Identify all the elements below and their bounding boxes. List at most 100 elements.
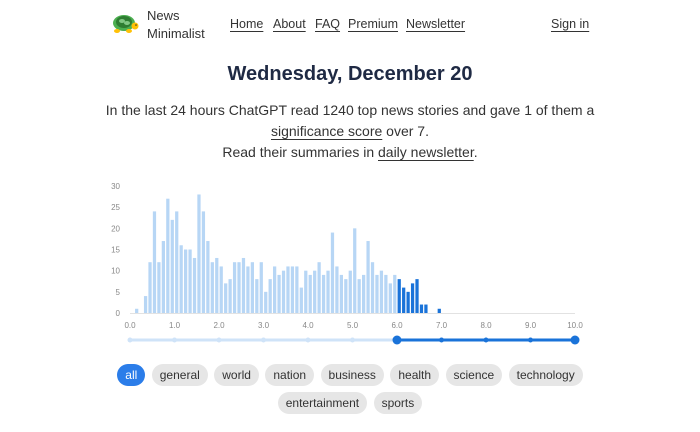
nav-home[interactable]: Home [230,17,263,31]
histogram-bar [175,211,179,313]
histogram-bar [268,279,272,313]
x-tick-label: 4.0 [302,321,314,330]
histogram-bar [192,257,197,313]
category-chip-nation[interactable]: nation [265,364,315,386]
nav-faq[interactable]: FAQ [315,17,340,31]
category-chip-all[interactable]: all [117,364,146,386]
x-tick-label: 7.0 [436,321,448,330]
histogram-bar [224,283,228,313]
histogram-bar [241,257,246,313]
histogram-bar [375,274,379,313]
histogram-bar [357,279,361,313]
histogram-bar [148,262,152,313]
histogram-bar [308,274,312,313]
x-tick-label: 3.0 [258,321,270,330]
histogram-bar [335,266,339,313]
slider-tick-dot [305,337,311,343]
histogram-bar [264,291,268,313]
category-chip-entertainment[interactable]: entertainment [277,392,368,414]
nav-about[interactable]: About [273,17,306,31]
y-tick-label: 30 [111,182,120,191]
summary-part-4: . [473,144,478,160]
brand-line-2: Minimalist [147,26,205,41]
histogram-bar [388,283,392,313]
site-header: News Minimalist Home About FAQ Premium N… [0,0,700,50]
turtle-logo-icon[interactable] [110,9,140,37]
brand-name[interactable]: News Minimalist [147,7,205,43]
summary-part-1: In the last 24 hours ChatGPT read 1240 t… [105,102,595,118]
histogram-bar [210,262,214,313]
slider-tick-dot [439,337,444,343]
page-title: Wednesday, December 20 [227,63,473,85]
histogram-bar [286,266,290,313]
category-chip-health[interactable]: health [390,364,440,386]
histogram-bar [179,245,183,313]
x-tick-label: 0.0 [124,321,136,330]
histogram-bar [259,262,263,313]
category-filter-row-2: entertainment sports [0,392,700,414]
histogram-bar [419,304,424,313]
histogram-bar [277,274,281,313]
slider-max-handle[interactable] [570,335,580,345]
histogram-bar [348,270,352,313]
summary-line-1: In the last 24 hours ChatGPT read 1240 t… [0,100,700,121]
category-chip-world[interactable]: world [214,364,259,386]
histogram-bar [344,279,348,313]
histogram-bar [406,291,410,313]
histogram-bar [273,266,277,313]
category-chip-business[interactable]: business [320,364,384,386]
y-tick-label: 15 [111,246,120,255]
histogram-bar [321,274,326,313]
slider-min-handle[interactable] [392,335,402,345]
histogram-bar [206,241,210,313]
slider-tick-dot [261,337,266,343]
slider-tick-dot [350,337,355,343]
histogram-bar [290,266,295,313]
histogram-bar [402,287,406,313]
sign-in-link[interactable]: Sign in [551,17,589,31]
histogram-bar [326,270,330,313]
histogram-bar [384,274,388,313]
daily-newsletter-link[interactable]: daily newsletter [378,144,474,160]
histogram-bar [393,274,397,313]
histogram-bar [232,262,237,313]
category-chip-sports[interactable]: sports [373,392,423,414]
histogram-bar [255,279,259,313]
y-tick-label: 5 [116,288,121,297]
histogram-bar [228,279,232,313]
histogram-bar [330,232,335,313]
histogram-bar [157,262,161,313]
y-tick-label: 25 [111,203,120,212]
histogram-bar [437,308,441,313]
x-tick-label: 2.0 [213,321,225,330]
x-tick-label: 6.0 [391,321,403,330]
slider-tick-dot [483,337,489,343]
category-chip-technology[interactable]: technology [508,364,583,386]
significance-score-link[interactable]: significance score [271,123,382,139]
histogram-bar [170,219,174,313]
histogram-bar [317,262,321,313]
histogram-bar [410,283,415,313]
histogram-bar [135,308,139,313]
histogram-bar [339,274,343,313]
nav-premium[interactable]: Premium [348,17,398,31]
category-filter-row-1: all general world nation business health… [0,364,700,386]
category-chip-general[interactable]: general [151,364,208,386]
histogram-bar [197,194,201,313]
nav-newsletter[interactable]: Newsletter [406,17,465,31]
significance-histogram: 0 5 10 15 20 25 30 0.0 1.0 2.0 3.0 4.0 5.0 6.0 7.0 8.0 9… [111,182,583,345]
histogram-bar [152,211,157,313]
histogram-bar [143,296,148,313]
category-chip-science[interactable]: science [445,364,503,386]
y-tick-label: 0 [116,309,121,318]
x-tick-label: 1.0 [169,321,181,330]
brand-line-1: News [147,8,180,23]
histogram-bar [415,279,419,313]
slider-tick-dot [172,337,177,343]
x-tick-label: 10.0 [567,321,583,330]
slider-tick-dot [216,337,222,343]
summary-part-3: Read their summaries in [222,144,378,160]
histogram-bar [219,266,223,313]
histogram-bar [353,228,357,313]
histogram-bar [184,249,188,313]
